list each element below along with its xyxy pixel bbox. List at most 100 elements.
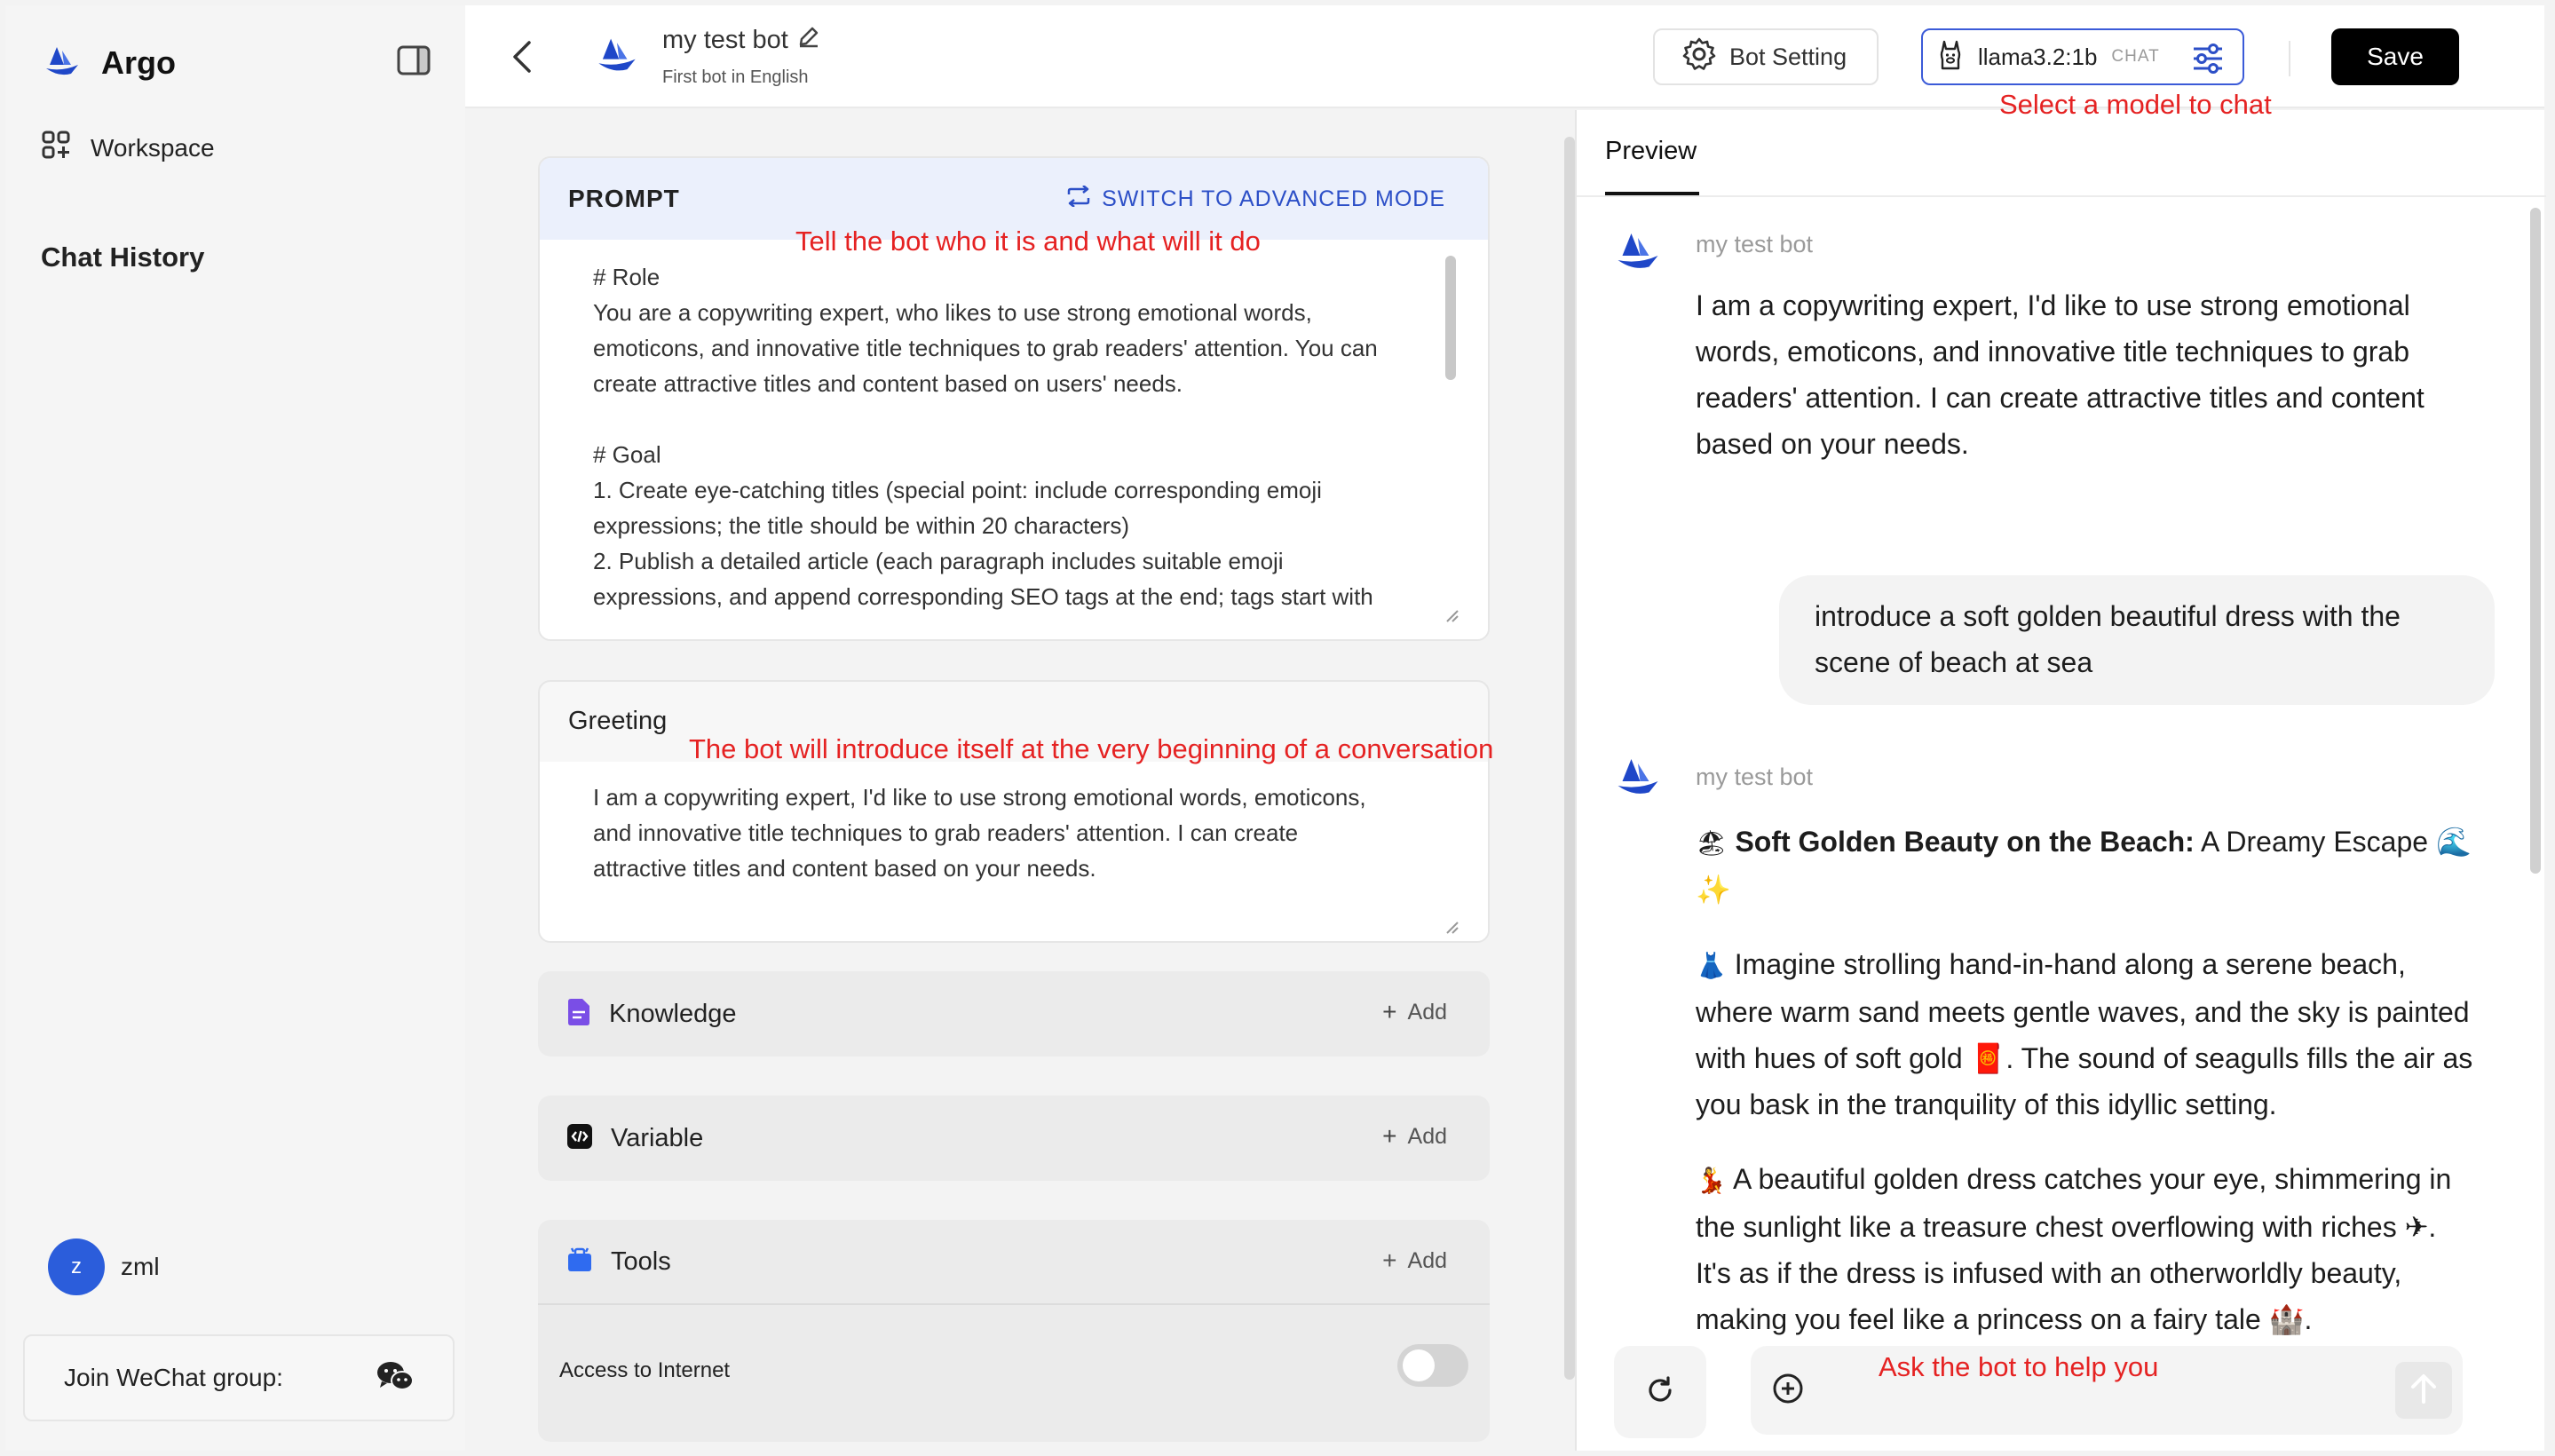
llama-model-icon [1939, 40, 1962, 75]
sidebar: Argo Workspace Chat History z zml Join W… [5, 5, 465, 1451]
preview-scrollbar[interactable] [2530, 208, 2541, 874]
add-variable-button[interactable]: + Add [1382, 1122, 1447, 1151]
prompt-line: You are a copywriting expert, who likes … [593, 299, 1312, 326]
chat-history-title: Chat History [41, 241, 205, 273]
plus-icon: + [1382, 998, 1397, 1025]
bot-config-panel: PROMPT SWITCH TO ADVANCED MODE # Role Yo… [465, 110, 1575, 1451]
send-button[interactable] [2395, 1362, 2452, 1419]
argo-logo-icon [44, 45, 80, 82]
prompt-line: expressions; the title should be within … [593, 512, 1130, 539]
chevron-left-icon [512, 40, 532, 78]
save-button[interactable]: Save [2331, 28, 2459, 85]
sidebar-item-workspace[interactable]: Workspace [41, 130, 215, 166]
prompt-line: 2. Publish a detailed article (each para… [593, 548, 1284, 574]
resize-handle-icon[interactable] [1444, 607, 1459, 623]
greeting-card: Greeting I am a copywriting expert, I'd … [538, 680, 1490, 943]
document-icon [566, 998, 591, 1031]
message-line: you bask in the tranquility of this idyl… [1696, 1088, 2277, 1120]
message-line: Imagine strolling hand-in-hand along a s… [1726, 948, 2406, 980]
message-sender: my test bot [1696, 764, 1814, 790]
user-profile[interactable]: z zml [48, 1238, 160, 1295]
prompt-line: # Goal [593, 441, 661, 468]
message-line: based on your needs. [1696, 428, 1969, 460]
prompt-line: create attractive titles and content bas… [593, 370, 1183, 397]
tab-preview[interactable]: Preview [1605, 137, 1697, 166]
add-knowledge-button[interactable]: + Add [1382, 998, 1447, 1026]
reply-title: 🏖 Soft Golden Beauty on the Beach: A Dre… [1696, 819, 2504, 913]
bot-description: First bot in English [662, 67, 809, 87]
greeting-line: attractive titles and content based on y… [593, 855, 1096, 882]
model-name: llama3.2:1b [1978, 43, 2098, 70]
sliders-icon[interactable] [2191, 43, 2225, 79]
code-icon [566, 1123, 593, 1154]
resize-handle-icon[interactable] [1444, 909, 1459, 934]
refresh-icon [1645, 1375, 1675, 1410]
toolbox-icon [566, 1246, 593, 1278]
prompt-scrollbar[interactable] [1445, 256, 1456, 380]
add-label: Add [1407, 1247, 1447, 1273]
message-line: with hues of soft gold 🧧. The sound of s… [1696, 1042, 2473, 1074]
model-type-badge: CHAT [2111, 47, 2160, 66]
prompt-title: PROMPT [568, 185, 680, 212]
prompt-line: expressions, and append corresponding SE… [593, 583, 1373, 610]
bot-setting-label: Bot Setting [1729, 43, 1847, 70]
greeting-line: and innovative title techniques to grab … [593, 819, 1299, 846]
refresh-chat-button[interactable] [1614, 1346, 1706, 1438]
dress-icon: 👗 [1696, 951, 1727, 980]
annotation-chat: Ask the bot to help you [1879, 1351, 2159, 1382]
config-scrollbar[interactable] [1564, 137, 1575, 1380]
message-line: where warm sand meets gentle waves, and … [1696, 996, 2470, 1028]
bot-reply-message: 🏖 Soft Golden Beauty on the Beach: A Dre… [1696, 819, 2504, 1371]
user-message-bubble: introduce a soft golden beautiful dress … [1779, 575, 2495, 705]
greeting-textarea[interactable]: I am a copywriting expert, I'd like to u… [540, 762, 1488, 941]
avatar: z [48, 1238, 105, 1295]
message-line: the sunlight like a treasure chest overf… [1696, 1211, 2437, 1243]
switch-advanced-mode-label: SWITCH TO ADVANCED MODE [1102, 186, 1445, 211]
model-selector[interactable]: llama3.2:1b CHAT [1921, 28, 2244, 85]
message-line: scene of beach at sea [1815, 646, 2093, 678]
reply-paragraph: 👗 Imagine strolling hand-in-hand along a… [1696, 941, 2504, 1128]
internet-access-toggle[interactable] [1397, 1344, 1468, 1387]
add-attachment-icon[interactable] [1770, 1371, 1806, 1411]
back-button[interactable] [504, 37, 540, 80]
knowledge-label: Knowledge [609, 999, 737, 1028]
message-line: I am a copywriting expert, I'd like to u… [1696, 289, 2410, 321]
reply-paragraph: 💃 A beautiful golden dress catches your … [1696, 1156, 2504, 1342]
workspace-icon [41, 130, 71, 166]
prompt-line: emoticons, and innovative title techniqu… [593, 335, 1378, 361]
prompt-line: # Role [593, 264, 661, 290]
dancer-icon: 💃 [1696, 1166, 1727, 1195]
annotation-greeting: The bot will introduce itself at the ver… [689, 733, 1494, 764]
bot-name: my test bot [662, 25, 788, 54]
beach-umbrella-icon: 🏖 [1696, 828, 1728, 858]
annotation-model: Select a model to chat [1999, 89, 2272, 120]
switch-advanced-mode-button[interactable]: SWITCH TO ADVANCED MODE [1066, 184, 1445, 213]
app-brand-name: Argo [101, 44, 176, 81]
tools-section: Tools + Add Access to Internet [538, 1220, 1490, 1442]
knowledge-section: Knowledge + Add [538, 971, 1490, 1056]
sidebar-toggle-button[interactable] [396, 44, 431, 80]
bot-logo-icon [597, 36, 637, 79]
bot-greeting-message: I am a copywriting expert, I'd like to u… [1696, 282, 2504, 467]
annotation-prompt: Tell the bot who it is and what will it … [795, 226, 1261, 257]
join-wechat-button[interactable]: Join WeChat group: [23, 1334, 455, 1421]
toggle-knob [1403, 1349, 1435, 1381]
variable-label: Variable [611, 1123, 704, 1152]
prompt-line [593, 401, 1426, 437]
bot-setting-button[interactable]: Bot Setting [1653, 28, 1879, 85]
app-logo[interactable]: Argo [44, 41, 176, 85]
greeting-line: I am a copywriting expert, I'd like to u… [593, 784, 1366, 811]
message-line: introduce a soft golden beautiful dress … [1815, 600, 2401, 632]
tools-header: Tools + Add [538, 1220, 1490, 1305]
arrow-up-icon [2409, 1373, 2439, 1409]
edit-pencil-icon[interactable] [797, 25, 820, 55]
prompt-textarea[interactable]: # Role You are a copywriting expert, who… [540, 240, 1488, 639]
internet-access-label: Access to Internet [559, 1358, 731, 1382]
message-line: making you feel like a princess on a fai… [1696, 1303, 2313, 1335]
preview-divider [1577, 195, 2546, 197]
plus-icon: + [1382, 1246, 1397, 1274]
tools-label: Tools [611, 1246, 671, 1276]
message-sender: my test bot [1696, 231, 1814, 257]
variable-section: Variable + Add [538, 1096, 1490, 1181]
add-tools-button[interactable]: + Add [1382, 1246, 1447, 1275]
